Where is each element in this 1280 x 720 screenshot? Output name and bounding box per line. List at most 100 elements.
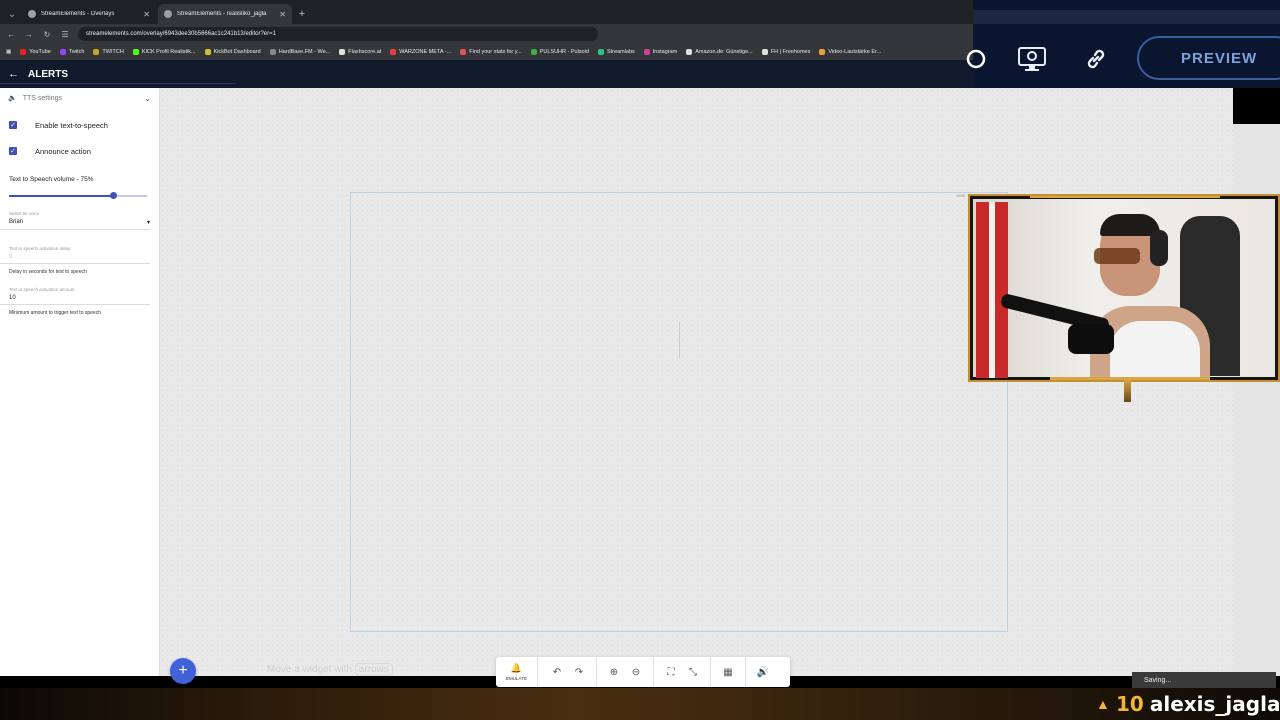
browser-tab-bar: ⌄ StreamElements - Overlays ✕ StreamElem… (0, 0, 973, 24)
streamelements-favicon-icon (28, 10, 36, 18)
bookmark-item[interactable]: HardBase.FM - We... (269, 49, 330, 55)
microphone (1068, 324, 1114, 354)
amount-caption: Text to speech activation amount (9, 287, 75, 292)
bookmark-favicon-icon (686, 49, 693, 55)
delay-value: 0 (9, 254, 13, 260)
bookmark-item[interactable]: Amazon.de: Günstige... (686, 49, 753, 55)
reload-icon[interactable]: ↻ (42, 30, 52, 39)
undo-icon[interactable]: ↶ (546, 657, 568, 687)
toolbar-divider (745, 657, 746, 687)
tts-settings-panel: 🔈 TTS settings ⌄ ✓ Enable text-to-speech… (0, 88, 160, 676)
redo-icon[interactable]: ↷ (568, 657, 590, 687)
bookmark-label: Instagram (652, 49, 678, 55)
voice-caption: Select tts voice (9, 211, 40, 216)
bookmark-item[interactable]: WARZONE META -... (390, 49, 451, 55)
bookmark-favicon-icon (819, 49, 826, 55)
bookmark-item[interactable]: PULSUHR - Pulsoid (530, 49, 589, 55)
volume-icon[interactable]: 🔊 (752, 657, 774, 687)
screen-settings-icon[interactable] (1017, 44, 1047, 74)
bookmark-favicon-icon (460, 49, 467, 55)
delay-input[interactable]: 0 (0, 254, 150, 264)
fullscreen-icon[interactable]: ⛶ (660, 657, 682, 687)
glasses (1094, 248, 1140, 264)
bookmark-item[interactable]: Twitch (59, 49, 84, 55)
apps-icon[interactable]: ▦ (6, 49, 11, 55)
screen: ⌄ StreamElements - Overlays ✕ StreamElem… (0, 0, 1280, 720)
bookmarks-bar: ▦ YouTube Twitch TWITCH KICK Profil Realist… (0, 44, 973, 60)
link-icon[interactable] (1081, 44, 1111, 74)
bookmark-item[interactable]: Streamlabs (597, 49, 635, 55)
emulate-label: EMULATE (506, 676, 527, 681)
bookmark-item[interactable]: TWITCH (93, 49, 124, 55)
volume-slider-handle[interactable] (109, 192, 117, 199)
bell-icon: 🔔 (510, 663, 523, 673)
delay-help: Delay in seconds for text to speech (9, 269, 87, 275)
amount-input[interactable]: 10 (0, 295, 150, 305)
alerts-header: ← ALERTS (0, 60, 973, 88)
bookmark-item[interactable]: YouTube (20, 49, 51, 55)
tab-search-chevron-icon[interactable]: ⌄ (4, 4, 20, 24)
streamer-shirt (1110, 321, 1200, 380)
preview-button[interactable]: PREVIEW (1137, 36, 1280, 80)
browser-tab-editor[interactable]: StreamElements - realistiko_jaglа ✕ (158, 4, 292, 24)
delay-caption: Text to speech activation delay (9, 246, 71, 251)
enable-tts-row[interactable]: ✓ Enable text-to-speech (0, 112, 159, 138)
bookmark-item[interactable]: KICK Profil Realistik... (132, 49, 196, 55)
add-widget-button[interactable]: + (170, 658, 196, 684)
bookmark-item[interactable]: KickBot Dashboard (204, 49, 261, 55)
bookmark-favicon-icon (530, 49, 537, 55)
browser-tab-overlays[interactable]: StreamElements - Overlays ✕ (22, 4, 156, 24)
bookmark-item[interactable]: Instagram (643, 49, 678, 55)
speaker-icon: 🔈 (8, 95, 17, 102)
announce-checkbox[interactable]: ✓ (9, 147, 17, 155)
grid-icon[interactable]: ▦ (717, 657, 739, 687)
toolbar-divider (710, 657, 711, 687)
help-icon[interactable] (961, 44, 991, 74)
new-tab-icon[interactable]: + (294, 4, 310, 24)
enable-tts-checkbox[interactable]: ✓ (9, 121, 17, 129)
toolbar-divider (596, 657, 597, 687)
tts-settings-header[interactable]: 🔈 TTS settings ⌄ (0, 88, 159, 108)
site-info-icon[interactable]: ☰ (60, 30, 70, 39)
voice-select[interactable]: Brian ▾ (0, 219, 150, 230)
move-hint: Move a widget with arrows (267, 663, 393, 676)
streamelements-favicon-icon (164, 10, 172, 18)
bookmark-label: Video-Lautstärke Er... (828, 49, 882, 55)
enable-tts-label: Enable text-to-speech (35, 120, 108, 130)
editor-toolbar: 🔔 EMULATE ↶ ↷ ⊕ ⊖ ⛶ ⤡ ▦ 🔊 (496, 657, 790, 687)
back-icon[interactable]: ← (6, 30, 16, 39)
overlay-frame[interactable] (350, 192, 1008, 632)
move-hint-text: Move a widget with (267, 664, 353, 675)
back-arrow-icon[interactable]: ← (8, 68, 19, 80)
section-title: TTS settings (22, 94, 63, 102)
bookmark-item[interactable]: Find your stats for y... (460, 49, 522, 55)
bookmark-label: KickBot Dashboard (213, 49, 261, 55)
bookmark-item[interactable]: Video-Lautstärke Er... (819, 49, 881, 55)
url-field[interactable]: streamelements.com/overlay/6943dee30b566… (78, 27, 598, 41)
amount-help: Minimum amount to trigger text to speech (9, 310, 101, 316)
volume-slider-fill (9, 195, 113, 197)
zoom-out-icon[interactable]: ⊖ (625, 657, 647, 687)
announce-row[interactable]: ✓ Announce action (0, 138, 159, 164)
bookmark-label: TWITCH (102, 49, 124, 55)
page-title: ALERTS (28, 68, 68, 80)
collapse-chevron-icon[interactable]: ⌄ (144, 94, 151, 103)
bookmark-item[interactable]: FH | Freehomes (761, 49, 810, 55)
forward-icon[interactable]: → (24, 30, 34, 39)
bookmark-favicon-icon (597, 49, 604, 55)
cam-frame-accent-top (1030, 196, 1220, 198)
move-hint-key: arrows (354, 663, 393, 676)
emulate-button[interactable]: 🔔 EMULATE (496, 657, 538, 687)
close-tab-icon[interactable]: ✕ (279, 10, 286, 19)
close-tab-icon[interactable]: ✕ (143, 10, 150, 19)
volume-label: Text to Speech volume - 75% (9, 176, 94, 183)
bookmark-item[interactable]: Flashscore.at (339, 49, 381, 55)
volume-slider[interactable] (9, 192, 147, 199)
bookmark-favicon-icon (59, 49, 66, 55)
tab-title: StreamElements - realistiko_jaglа (177, 11, 267, 17)
zoom-in-icon[interactable]: ⊕ (603, 657, 625, 687)
bookmark-favicon-icon (761, 49, 768, 55)
bookmark-favicon-icon (269, 49, 276, 55)
fit-screen-icon[interactable]: ⤡ (682, 657, 704, 687)
amount-value: 10 (9, 295, 16, 301)
